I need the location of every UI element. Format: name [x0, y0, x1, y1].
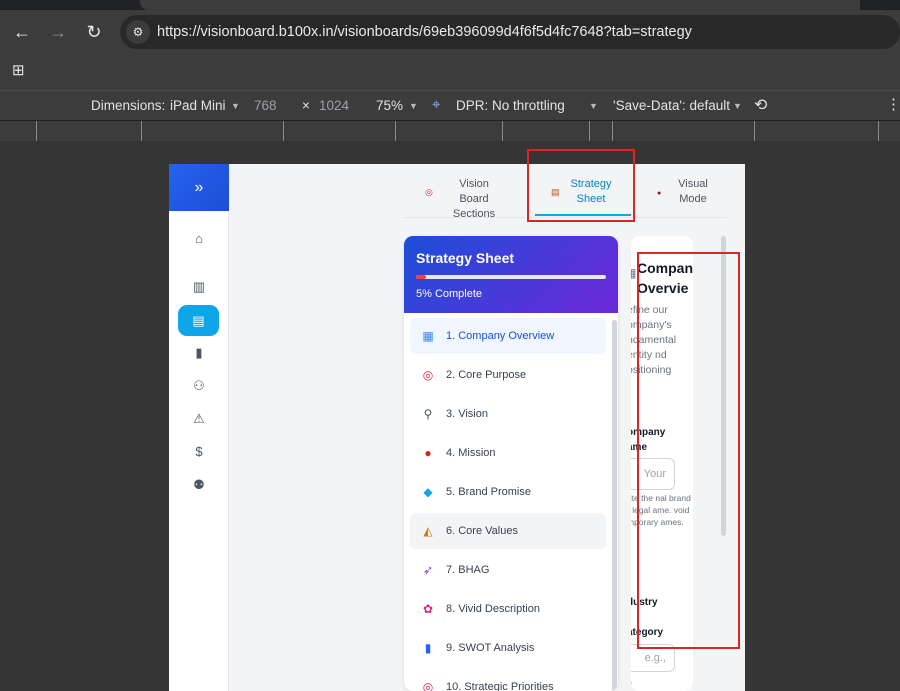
warning-icon[interactable]: ⚠: [169, 405, 229, 433]
times-sign: ×: [302, 98, 310, 113]
diamond-icon: ◆: [423, 485, 433, 499]
strategy-item-label: 9. SWOT Analysis: [446, 642, 535, 654]
dollar-icon[interactable]: $: [169, 438, 229, 466]
more-options-icon[interactable]: ⋮: [886, 95, 900, 113]
throttling-select[interactable]: No throttling: [492, 98, 565, 113]
progress-label: 5% Complete: [416, 288, 483, 300]
throttling-chevron-down-icon[interactable]: ▼: [589, 101, 598, 111]
strategy-item-label: 6. Core Values: [446, 525, 518, 537]
strategy-item[interactable]: ◆ 5. Brand Promise: [410, 474, 606, 510]
strategy-item[interactable]: ✿ 8. Vivid Description: [410, 591, 606, 627]
list-scrollbar[interactable]: [612, 320, 617, 691]
browser-tab-strip: [0, 0, 900, 10]
annotation-box-detail-panel: [637, 252, 740, 649]
tab-label-line2: Sections: [452, 208, 496, 220]
back-arrow-icon[interactable]: ←: [12, 22, 32, 42]
trailing-text: e: [631, 676, 693, 691]
strategy-item-label: 3. Vision: [446, 408, 488, 420]
target-icon: ◎: [422, 680, 434, 691]
cake-icon: ◭: [423, 524, 433, 538]
zoom-select[interactable]: 75%: [376, 98, 403, 113]
target-icon: ◎: [422, 368, 434, 382]
chart-icon: ▮: [424, 641, 432, 655]
active-browser-tab[interactable]: [140, 0, 860, 10]
eye-icon: ●: [657, 190, 662, 197]
users-icon[interactable]: ⚉: [169, 471, 229, 499]
dimensions-label: Dimensions:: [91, 98, 166, 113]
tab-label-line1: Vision Board: [459, 178, 489, 205]
expand-sidebar-button[interactable]: »: [169, 164, 229, 211]
strategy-item-label: 5. Brand Promise: [446, 486, 531, 498]
palette-icon: ✿: [422, 602, 434, 616]
strategy-item[interactable]: ◎ 2. Core Purpose: [410, 357, 606, 393]
telescope-icon: ⚲: [423, 407, 433, 421]
strategy-item-label: 8. Vivid Description: [446, 603, 540, 615]
site-settings-icon[interactable]: ⚙: [126, 20, 150, 44]
device-select[interactable]: iPad Mini: [170, 98, 226, 113]
strategy-item[interactable]: ⚲ 3. Vision: [410, 396, 606, 432]
pin-icon: ●: [424, 446, 432, 460]
browser-toolbar: ← → ↻ ⚙ https://visionboard.b100x.in/vis…: [0, 10, 900, 64]
forward-arrow-icon[interactable]: →: [48, 22, 68, 42]
rotate-icon[interactable]: ⟲: [754, 95, 767, 115]
strategy-item[interactable]: ◎ 10. Strategic Priorities: [410, 669, 606, 691]
tab-label-line1: Visual: [678, 178, 708, 190]
team-icon[interactable]: ⚇: [169, 372, 229, 400]
tab-label-line2: Mode: [679, 193, 707, 205]
dpr-label: DPR:: [456, 98, 489, 113]
strategy-item[interactable]: ▦ 1. Company Overview: [410, 318, 606, 354]
bar-chart-icon[interactable]: ▮: [169, 339, 229, 367]
annotation-box-strategy-tab: [527, 149, 635, 222]
media-query-ruler: [0, 120, 900, 141]
strategy-item[interactable]: ◭ 6. Core Values: [410, 513, 606, 549]
tab-visual-mode[interactable]: ● Visual Mode: [657, 177, 713, 207]
bookmarks-bar: ⊞: [0, 61, 900, 90]
strategy-card-title: Strategy Sheet: [416, 250, 515, 266]
rocket-icon: ➶: [422, 563, 434, 577]
building-icon: ▦: [422, 329, 434, 343]
strategy-item-label: 2. Core Purpose: [446, 369, 527, 381]
save-data-chevron-down-icon[interactable]: ▼: [733, 101, 742, 111]
board-icon[interactable]: ▥: [169, 273, 229, 301]
width-input[interactable]: 768: [254, 98, 277, 113]
app-sidebar: » ⌂ ▥ ▤ ▮ ⚇ ⚠ $ ⚉: [169, 164, 229, 691]
strategy-item-label: 10. Strategic Priorities: [446, 681, 554, 691]
strategy-card-header: Strategy Sheet 5% Complete: [404, 236, 618, 313]
strategy-sheet-card: Strategy Sheet 5% Complete ▦ 1. Company O…: [404, 236, 618, 691]
strategy-item[interactable]: ● 4. Mission: [410, 435, 606, 471]
strategy-item-label: 7. BHAG: [446, 564, 490, 576]
zoom-chevron-down-icon[interactable]: ▼: [409, 101, 418, 111]
tab-vision-board-sections[interactable]: ◎ Vision Board Sections: [425, 177, 505, 222]
strategy-item[interactable]: ➶ 7. BHAG: [410, 552, 606, 588]
url-text[interactable]: https://visionboard.b100x.in/visionboard…: [157, 24, 692, 40]
home-icon[interactable]: ⌂: [169, 225, 229, 253]
device-chevron-down-icon[interactable]: ▼: [231, 101, 240, 111]
address-bar[interactable]: ⚙ https://visionboard.b100x.in/visionboa…: [120, 15, 900, 49]
progress-fill: [416, 275, 426, 279]
target-icon: ◎: [425, 187, 433, 197]
reload-icon[interactable]: ↻: [84, 22, 104, 42]
progress-bar: [416, 275, 606, 279]
dpr-icon: ⌖: [432, 96, 441, 113]
device-toolbar: Dimensions: iPad Mini ▼ 768 × 1024 75% ▼…: [0, 90, 900, 120]
apps-grid-icon[interactable]: ⊞: [12, 61, 25, 79]
strategy-item[interactable]: ▮ 9. SWOT Analysis: [410, 630, 606, 666]
strategy-item-label: 4. Mission: [446, 447, 496, 459]
building-icon: ▦: [631, 266, 636, 280]
height-input[interactable]: 1024: [319, 98, 349, 113]
clipboard-icon[interactable]: ▤: [178, 305, 219, 336]
save-data-select[interactable]: 'Save-Data': default: [613, 98, 730, 113]
strategy-item-label: 1. Company Overview: [446, 330, 555, 342]
